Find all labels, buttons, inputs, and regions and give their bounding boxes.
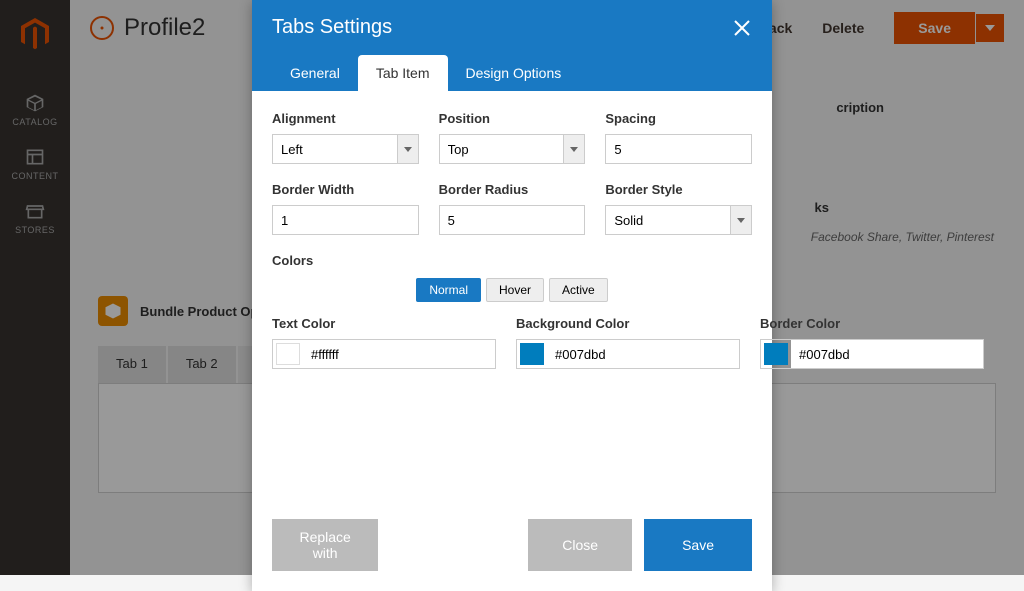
- state-tab-active[interactable]: Active: [549, 278, 608, 302]
- close-button[interactable]: Close: [528, 519, 632, 571]
- text-color-input[interactable]: [303, 340, 495, 368]
- replace-with-button[interactable]: Replace with: [272, 519, 378, 571]
- border-style-label: Border Style: [605, 182, 752, 197]
- state-tabs: Normal Hover Active: [272, 278, 752, 302]
- alignment-label: Alignment: [272, 111, 419, 126]
- border-color-label: Border Color: [760, 316, 984, 331]
- modal-footer: Replace with Close Save: [252, 507, 772, 591]
- background-color-input[interactable]: [547, 340, 739, 368]
- modal-title: Tabs Settings: [272, 16, 392, 39]
- border-style-select[interactable]: [605, 205, 730, 235]
- chevron-down-icon[interactable]: [730, 205, 752, 235]
- border-width-input[interactable]: [272, 205, 419, 235]
- spacing-label: Spacing: [605, 111, 752, 126]
- chevron-down-icon[interactable]: [397, 134, 419, 164]
- chevron-down-icon[interactable]: [563, 134, 585, 164]
- border-color-input[interactable]: [791, 340, 983, 368]
- border-color-swatch[interactable]: [764, 343, 788, 365]
- save-button[interactable]: Save: [644, 519, 752, 571]
- background-color-label: Background Color: [516, 316, 740, 331]
- border-radius-input[interactable]: [439, 205, 586, 235]
- colors-section-label: Colors: [272, 253, 752, 268]
- spacing-input[interactable]: [605, 134, 752, 164]
- position-select[interactable]: [439, 134, 564, 164]
- position-label: Position: [439, 111, 586, 126]
- state-tab-normal[interactable]: Normal: [416, 278, 481, 302]
- tab-design-options[interactable]: Design Options: [448, 55, 580, 91]
- border-width-label: Border Width: [272, 182, 419, 197]
- state-tab-hover[interactable]: Hover: [486, 278, 544, 302]
- alignment-select[interactable]: [272, 134, 397, 164]
- text-color-swatch[interactable]: [276, 343, 300, 365]
- border-radius-label: Border Radius: [439, 182, 586, 197]
- tabs-settings-modal: Tabs Settings General Tab Item Design Op…: [252, 0, 772, 591]
- background-color-swatch[interactable]: [520, 343, 544, 365]
- modal-tabs: General Tab Item Design Options: [252, 55, 772, 91]
- modal-header: Tabs Settings: [252, 0, 772, 55]
- close-icon[interactable]: [732, 18, 752, 38]
- modal-body: Alignment Position Spacing Bor: [252, 91, 772, 507]
- text-color-label: Text Color: [272, 316, 496, 331]
- tab-tab-item[interactable]: Tab Item: [358, 55, 448, 91]
- tab-general[interactable]: General: [272, 55, 358, 91]
